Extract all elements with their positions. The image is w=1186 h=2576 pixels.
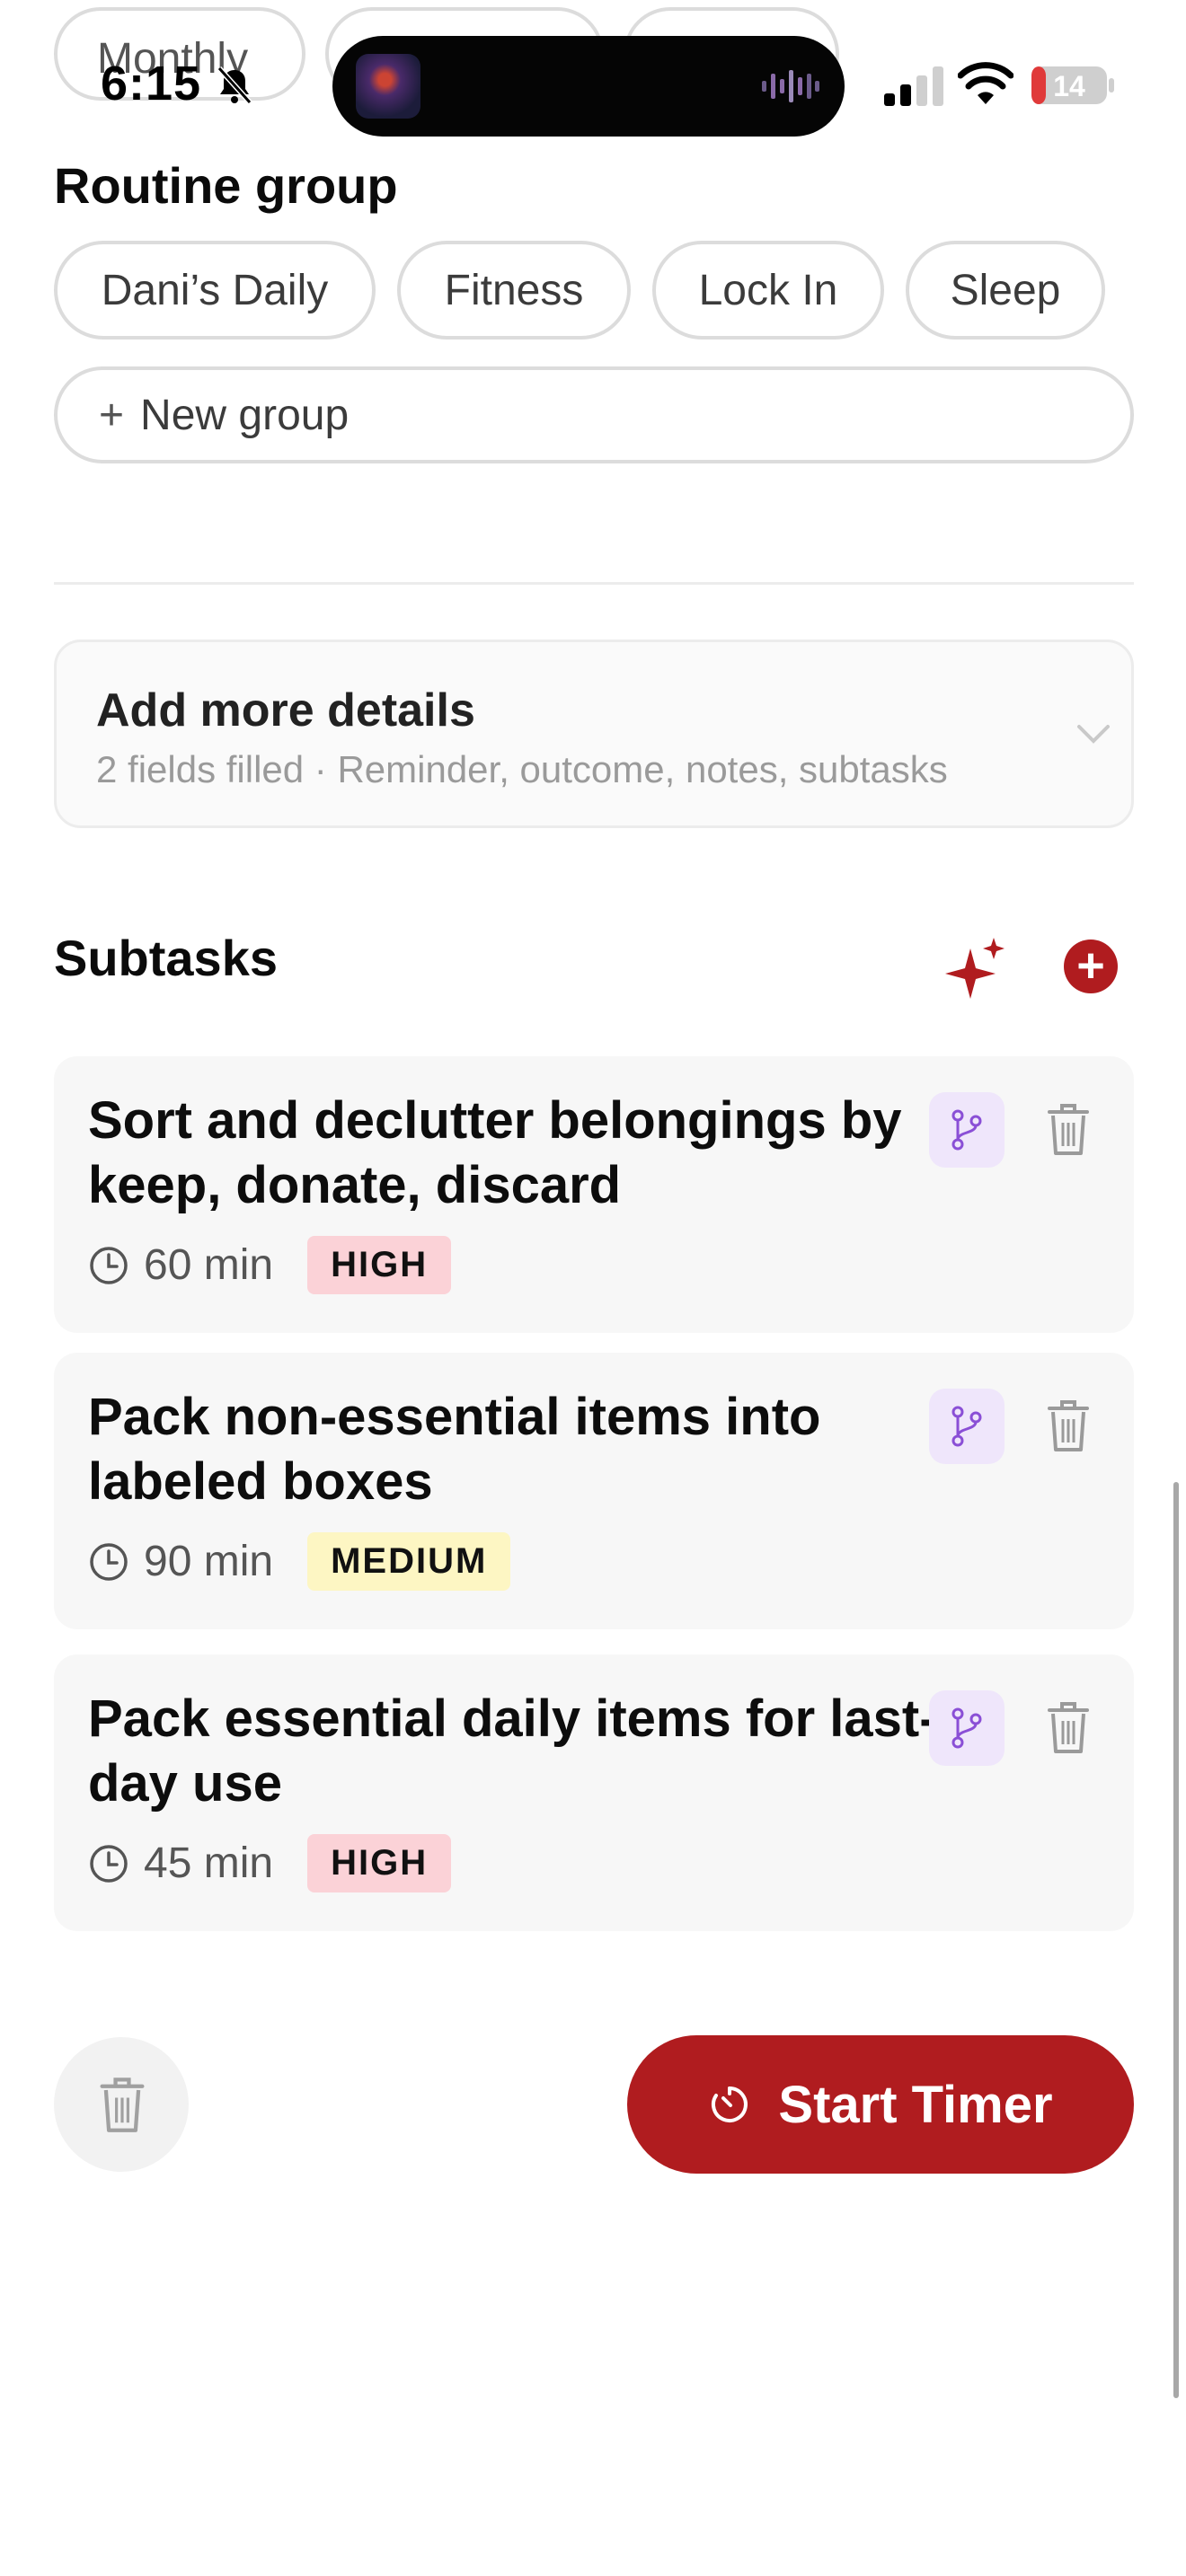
chevron-down-icon [1077,725,1110,744]
clock-icon [90,1246,128,1284]
trash-icon [100,2078,145,2132]
branch-button[interactable] [929,1092,1005,1168]
add-more-details-panel[interactable]: Add more details 2 fields filled · Remin… [54,640,1134,828]
group-chip-danis-daily[interactable]: Dani’s Daily [54,241,376,340]
subtask-card[interactable]: Pack essential daily items for last-day … [54,1654,1134,1931]
group-chip-lock-in[interactable]: Lock In [652,241,884,340]
clock-icon [90,1844,128,1883]
subtask-card[interactable]: Sort and declutter belongings by keep, d… [54,1056,1134,1333]
branch-button[interactable] [929,1690,1005,1766]
wifi-icon [958,62,1013,104]
subtask-title: Pack non-essential items into labeled bo… [88,1388,821,1511]
subtasks-title: Subtasks [54,930,278,986]
group-chip-fitness[interactable]: Fitness [397,241,631,340]
new-group-button[interactable]: + New group [54,366,1134,463]
battery-icon: 14 [1031,66,1114,104]
timer-icon [712,2086,748,2122]
status-time: 6:15 [101,57,202,110]
divider [54,582,1134,585]
priority-badge: MEDIUM [307,1532,511,1591]
delete-task-button[interactable] [54,2037,189,2172]
subtask-card[interactable]: Pack non-essential items into labeled bo… [54,1353,1134,1629]
routine-group-title: Routine group [54,157,398,214]
battery-level: 14 [1053,70,1085,102]
trash-icon[interactable] [1046,1398,1091,1453]
details-subtitle: 2 fields filled · Reminder, outcome, not… [96,748,948,790]
bell-off-icon [217,66,252,105]
trash-icon[interactable] [1046,1101,1091,1157]
git-branch-icon [951,1109,982,1151]
clock-icon [90,1542,128,1581]
subtask-title: Pack essential daily items for last-day … [88,1689,937,1813]
subtask-title: Sort and declutter belongings by keep, d… [88,1091,902,1214]
plus-icon: + [99,391,125,439]
cellular-signal-icon [884,66,943,106]
subtask-duration: 45 min [144,1839,274,1887]
start-timer-button[interactable]: Start Timer [627,2035,1134,2174]
group-chip-sleep[interactable]: Sleep [906,241,1105,340]
audio-wave-icon [762,70,819,102]
subtask-duration: 60 min [144,1241,274,1289]
trash-icon[interactable] [1046,1699,1091,1755]
git-branch-icon [951,1707,982,1749]
branch-button[interactable] [929,1389,1005,1464]
new-group-label: New group [140,391,350,439]
add-subtask-button[interactable]: + [1064,940,1118,993]
scrollbar[interactable] [1173,1482,1179,2398]
details-title: Add more details [96,684,475,737]
album-art-icon [356,54,420,119]
priority-badge: HIGH [307,1834,452,1892]
git-branch-icon [951,1406,982,1447]
start-timer-label: Start Timer [778,2075,1053,2134]
subtask-duration: 90 min [144,1538,274,1585]
priority-badge: HIGH [307,1236,452,1294]
ai-sparkle-icon[interactable] [943,936,1008,1001]
